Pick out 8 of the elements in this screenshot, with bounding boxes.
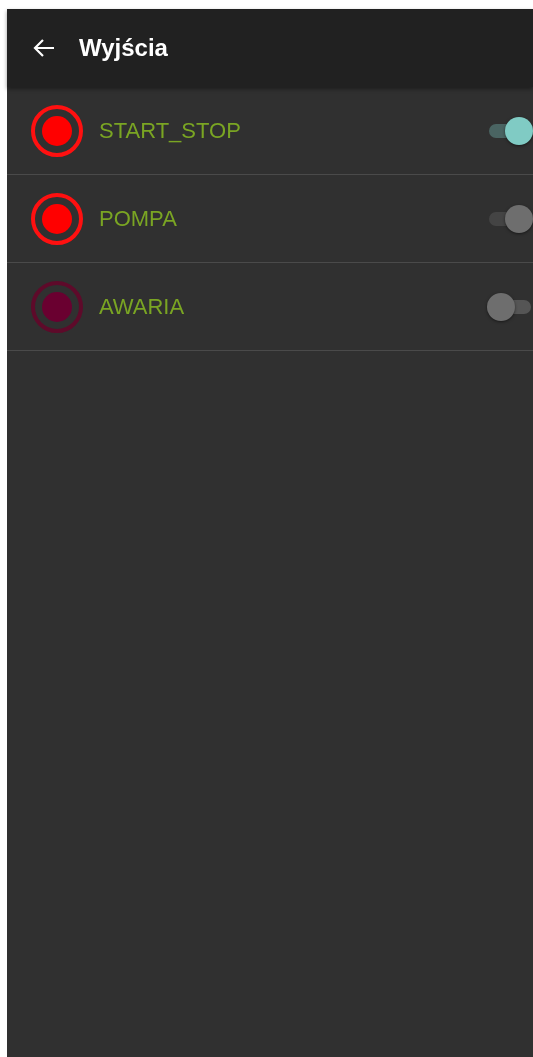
back-button[interactable] [33, 38, 55, 58]
output-name: POMPA [99, 205, 178, 232]
screen-title: Wyjścia [79, 34, 168, 62]
toggle-switch[interactable] [487, 291, 533, 322]
output-name: AWARIA [99, 293, 186, 320]
toggle-switch[interactable] [487, 115, 533, 146]
output-name: START_STOP [99, 117, 242, 144]
back-arrow-icon [33, 38, 55, 58]
